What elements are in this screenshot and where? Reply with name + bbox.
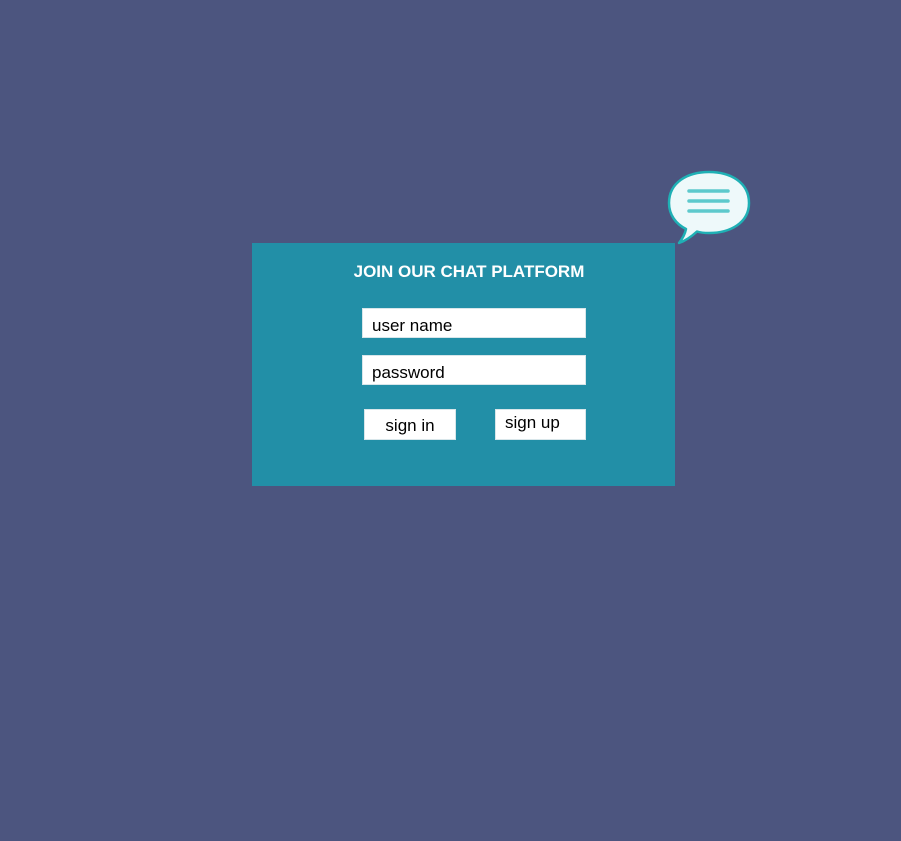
sign-in-button[interactable]: sign in — [364, 409, 456, 440]
password-field[interactable] — [362, 355, 586, 385]
login-card: JOIN OUR CHAT PLATFORM sign in sign up — [252, 243, 675, 486]
username-field[interactable] — [362, 308, 586, 338]
card-title: JOIN OUR CHAT PLATFORM — [353, 262, 585, 281]
password-input[interactable] — [363, 356, 585, 384]
page: JOIN OUR CHAT PLATFORM sign in sign up — [0, 0, 901, 841]
chat-bubble-icon — [667, 170, 751, 245]
sign-up-button[interactable]: sign up — [495, 409, 586, 440]
username-input[interactable] — [363, 309, 585, 337]
